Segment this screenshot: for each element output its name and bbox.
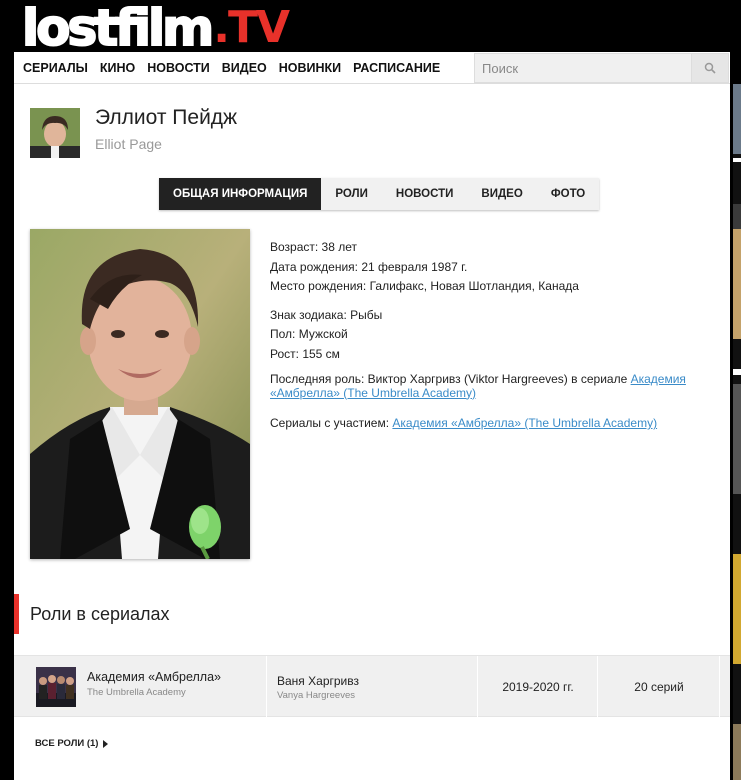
info-birth-place: Место рождения: Галифакс, Новая Шотланди… [270,279,579,293]
person-original-name: Elliot Page [95,136,162,152]
tab-general-info[interactable]: Общая информация [159,178,322,210]
right-sidebar-edge [733,84,741,780]
role-years: 2019-2020 гг. [502,680,574,694]
role-episodes: 20 серий [634,680,684,694]
cell-divider [266,656,267,718]
info-group-basic: Возраст: 38 лет Дата рождения: 21 феврал… [270,238,710,297]
site-logo[interactable]: lostfilm .TV [21,0,290,57]
info-group-extra: Знак зодиака: Рыбы Пол: Мужской Рост: 15… [270,306,710,365]
person-avatar [30,108,80,158]
main-navbar: Сериалы Кино Новости Видео Новинки Распи… [14,52,730,84]
info-zodiac: Знак зодиака: Рыбы [270,307,383,322]
info-birth-date: Дата рождения: 21 февраля 1987 г. [270,259,468,274]
tab-photo[interactable]: Фото [537,178,599,210]
nav-item-news[interactable]: Новости [147,61,210,75]
info-height: Рост: 155 см [270,346,340,361]
arrow-right-icon [103,739,109,748]
search-icon [704,62,716,74]
tab-roles[interactable]: Роли [321,178,382,210]
person-photo [30,229,250,559]
all-roles-label: Все роли (1) [35,738,99,749]
tab-news[interactable]: Новости [382,178,468,210]
info-age: Возраст: 38 лет [270,240,358,254]
series-poster[interactable] [36,667,76,707]
nav-item-video[interactable]: Видео [222,61,267,75]
last-role-prefix: Последняя роль: Виктор Харгривз (Viktor … [270,372,631,386]
nav-item-series[interactable]: Сериалы [23,61,88,75]
series-prefix: Сериалы с участием: [270,416,393,430]
search-box [474,53,729,83]
nav-item-movies[interactable]: Кино [100,61,135,75]
role-character: Ваня Харгривз [277,674,359,688]
info-gender: Пол: Мужской [270,327,348,341]
tab-video[interactable]: Видео [467,178,536,210]
all-roles-link[interactable]: Все роли (1) [35,738,109,749]
info-series: Сериалы с участием: Академия «Амбрелла» … [270,414,710,434]
role-series-title[interactable]: Академия «Амбрелла» [87,670,221,684]
info-last-role: Последняя роль: Виктор Харгривз (Viktor … [270,372,710,400]
nav-item-new[interactable]: Новинки [279,61,341,75]
table-row[interactable]: Академия «Амбрелла» The Umbrella Academy… [14,655,730,718]
person-name: Эллиот Пейдж [95,106,238,129]
person-tabs: Общая информация Роли Новости Видео Фото [159,178,600,210]
nav-item-schedule[interactable]: Расписание [353,61,440,75]
person-info: Возраст: 38 лет Дата рождения: 21 феврал… [270,238,710,443]
role-character-original: Vanya Hargreeves [277,690,355,701]
search-button[interactable] [691,54,728,82]
search-input[interactable] [475,54,692,82]
nav-menu: Сериалы Кино Новости Видео Новинки Распи… [14,52,452,84]
series-link[interactable]: Академия «Амбрелла» (The Umbrella Academ… [392,416,657,430]
role-series-original: The Umbrella Academy [87,687,186,698]
section-accent-bar [14,594,19,634]
logo-tv-text: .TV [213,2,290,53]
main-content: Эллиот Пейдж Elliot Page Общая информаци… [14,84,730,780]
cell-divider [719,656,720,718]
logo-text: lostfilm [21,0,215,57]
roles-section-title: Роли в сериалах [30,604,170,624]
